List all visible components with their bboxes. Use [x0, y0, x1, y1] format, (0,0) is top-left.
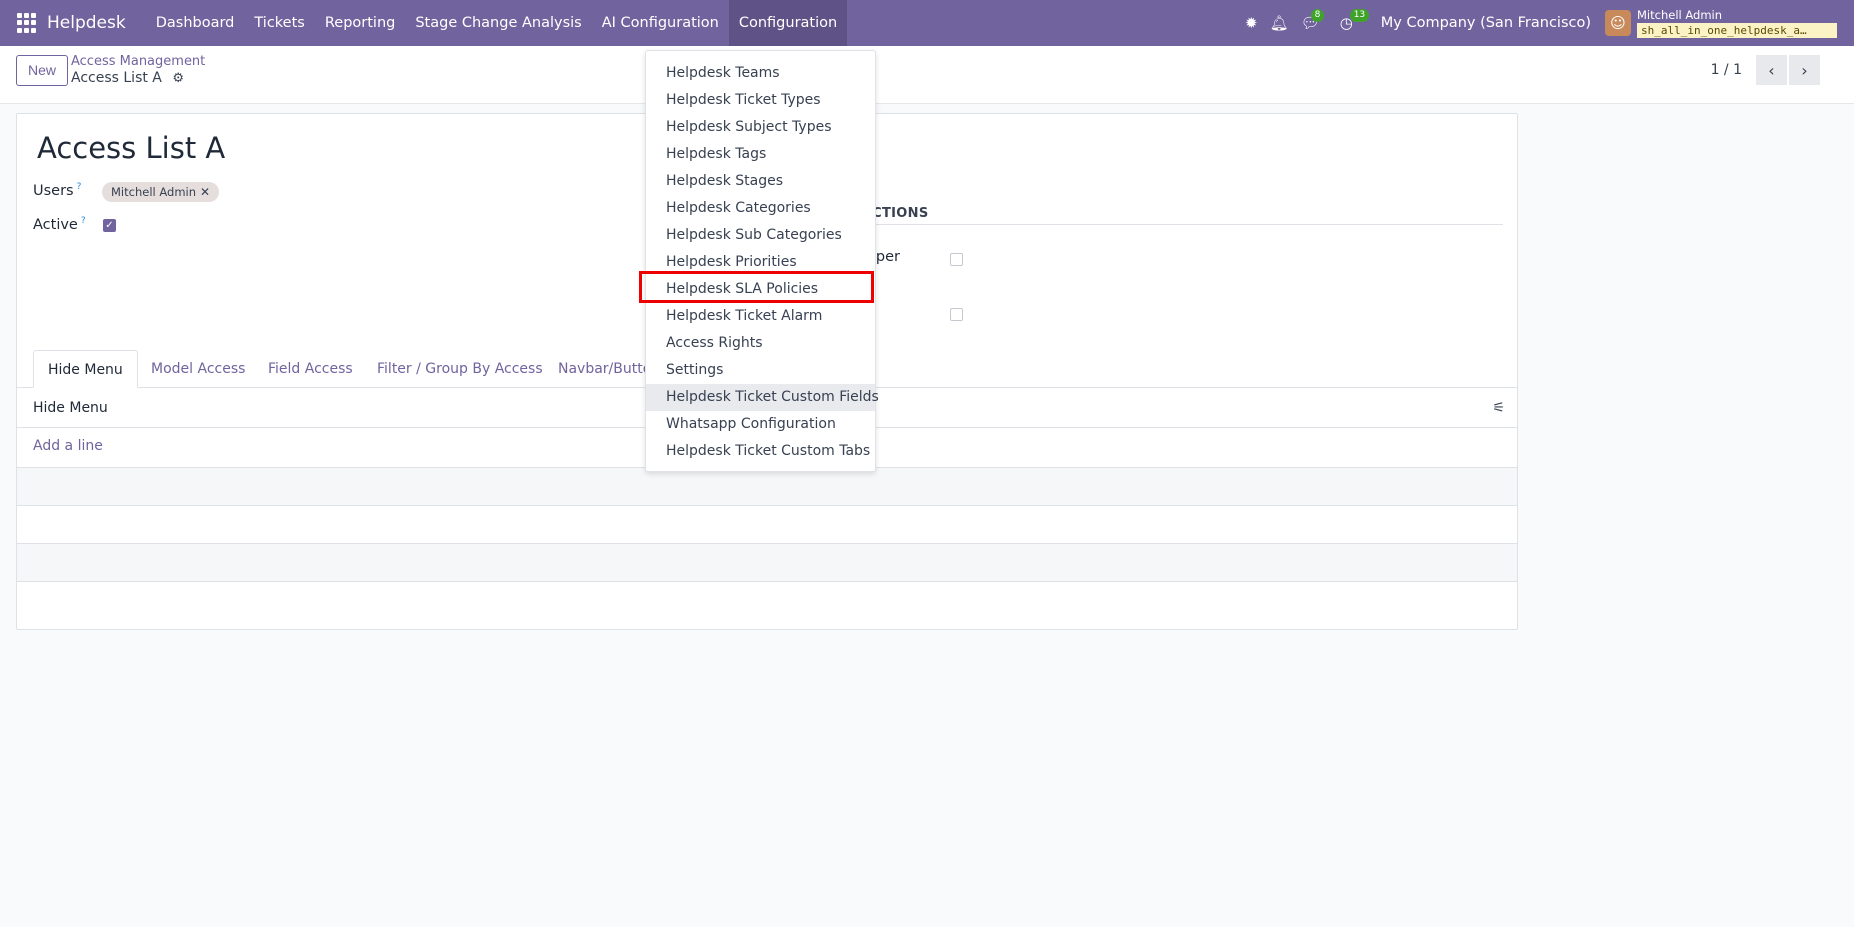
bug-icon[interactable]: ✹ — [1245, 0, 1258, 46]
menu-item-helpdesk-sub-categories[interactable]: Helpdesk Sub Categories — [646, 222, 875, 249]
menu-item-helpdesk-ticket-custom-tabs[interactable]: Helpdesk Ticket Custom Tabs — [646, 438, 875, 465]
menu-dashboard[interactable]: Dashboard — [146, 0, 245, 46]
users-label-text: Users — [33, 182, 74, 199]
pager-value[interactable]: 1 / 1 — [1711, 62, 1742, 78]
chevron-left-icon: ‹ — [1768, 60, 1775, 80]
menu-item-helpdesk-subject-types[interactable]: Helpdesk Subject Types — [646, 114, 875, 141]
database-name: sh_all_in_one_helpdesk_a… — [1637, 22, 1837, 38]
table-row — [17, 468, 1517, 505]
user-tag[interactable]: Mitchell Admin ✕ — [102, 182, 220, 202]
apps-grid-icon[interactable] — [17, 13, 37, 33]
menu-item-whatsapp-configuration[interactable]: Whatsapp Configuration — [646, 411, 875, 438]
gear-icon[interactable]: ⚙ — [172, 71, 184, 86]
optional-columns-icon[interactable]: ⚟ — [1492, 400, 1505, 416]
record-title: Access List A ⚙ — [71, 70, 184, 86]
user-menu[interactable]: Mitchell Admin sh_all_in_one_helpdesk_a… — [1637, 7, 1837, 38]
pager: 1 / 1 ‹ › — [1711, 55, 1820, 85]
navbar-systray: ✹ 🔔︎ 💬︎ 8 ◷ 13 My Company (San Francisco) … — [1239, 0, 1854, 46]
control-panel: New Access Management Access List A ⚙ 1 … — [0, 46, 1854, 104]
menu-item-helpdesk-teams[interactable]: Helpdesk Teams — [646, 60, 875, 87]
menu-item-helpdesk-categories[interactable]: Helpdesk Categories — [646, 195, 875, 222]
active-label: Active? — [33, 216, 86, 233]
new-button[interactable]: New — [16, 55, 69, 86]
user-name: Mitchell Admin — [1637, 7, 1723, 22]
chat-icon[interactable]: 💬︎ 8 — [1301, 0, 1325, 46]
active-checkbox[interactable]: ✓ — [103, 219, 116, 232]
clock-icon[interactable]: ◷ 13 — [1340, 0, 1370, 46]
menu-tickets[interactable]: Tickets — [244, 0, 314, 46]
chevron-right-icon: › — [1801, 60, 1808, 80]
user-tag-label: Mitchell Admin — [111, 185, 197, 199]
column-hide-menu[interactable]: Hide Menu — [33, 400, 108, 416]
menu-item-helpdesk-ticket-alarm[interactable]: Helpdesk Ticket Alarm — [646, 303, 875, 330]
tab-field-access[interactable]: Field Access — [254, 350, 367, 388]
remove-tag-icon[interactable]: ✕ — [200, 185, 210, 199]
previous-record-button[interactable]: ‹ — [1756, 55, 1787, 85]
row-divider — [17, 581, 1517, 582]
menu-stage-change-analysis[interactable]: Stage Change Analysis — [405, 0, 591, 46]
menu-item-helpdesk-ticket-types[interactable]: Helpdesk Ticket Types — [646, 87, 875, 114]
active-label-text: Active — [33, 216, 78, 233]
menu-item-settings[interactable]: Settings — [646, 357, 875, 384]
menu-configuration[interactable]: Configuration — [728, 0, 848, 46]
developer-checkbox[interactable] — [950, 253, 963, 266]
app-name[interactable]: Helpdesk — [47, 13, 134, 33]
configuration-dropdown: Helpdesk Teams Helpdesk Ticket Types Hel… — [645, 50, 879, 472]
users-label: Users? — [33, 182, 81, 199]
menu-ai-configuration[interactable]: AI Configuration — [592, 0, 729, 46]
avatar[interactable]: ☺ — [1605, 10, 1631, 36]
restriction-checkbox[interactable] — [950, 308, 963, 321]
restrictions-section-title: ICTIONS — [867, 206, 929, 221]
next-record-button[interactable]: › — [1789, 55, 1820, 85]
tab-filter-group-by-access[interactable]: Filter / Group By Access — [363, 350, 557, 388]
company-switcher[interactable]: My Company (San Francisco) — [1381, 15, 1591, 31]
menu-item-helpdesk-tags[interactable]: Helpdesk Tags — [646, 141, 875, 168]
menu-reporting[interactable]: Reporting — [315, 0, 406, 46]
bell-icon[interactable]: 🔔︎ — [1270, 0, 1289, 46]
messages-badge: 8 — [1310, 9, 1325, 22]
top-navbar: Helpdesk Dashboard Tickets Reporting Sta… — [0, 0, 1854, 46]
help-tooltip-icon[interactable]: ? — [81, 216, 86, 226]
record-title-text: Access List A — [71, 70, 162, 86]
tab-model-access[interactable]: Model Access — [137, 350, 259, 388]
menu-item-access-rights[interactable]: Access Rights — [646, 330, 875, 357]
add-line-link[interactable]: Add a line — [33, 438, 103, 454]
row-divider — [17, 505, 1517, 506]
table-row — [17, 544, 1517, 581]
menu-item-helpdesk-ticket-custom-fields[interactable]: Helpdesk Ticket Custom Fields — [646, 384, 879, 411]
tab-hide-menu[interactable]: Hide Menu — [33, 350, 138, 388]
activities-badge: 13 — [1349, 9, 1370, 22]
breadcrumb[interactable]: Access Management — [71, 54, 205, 69]
help-tooltip-icon[interactable]: ? — [77, 182, 82, 192]
highlight-box — [639, 271, 874, 303]
menu-item-helpdesk-stages[interactable]: Helpdesk Stages — [646, 168, 875, 195]
form-title[interactable]: Access List A — [37, 131, 225, 165]
